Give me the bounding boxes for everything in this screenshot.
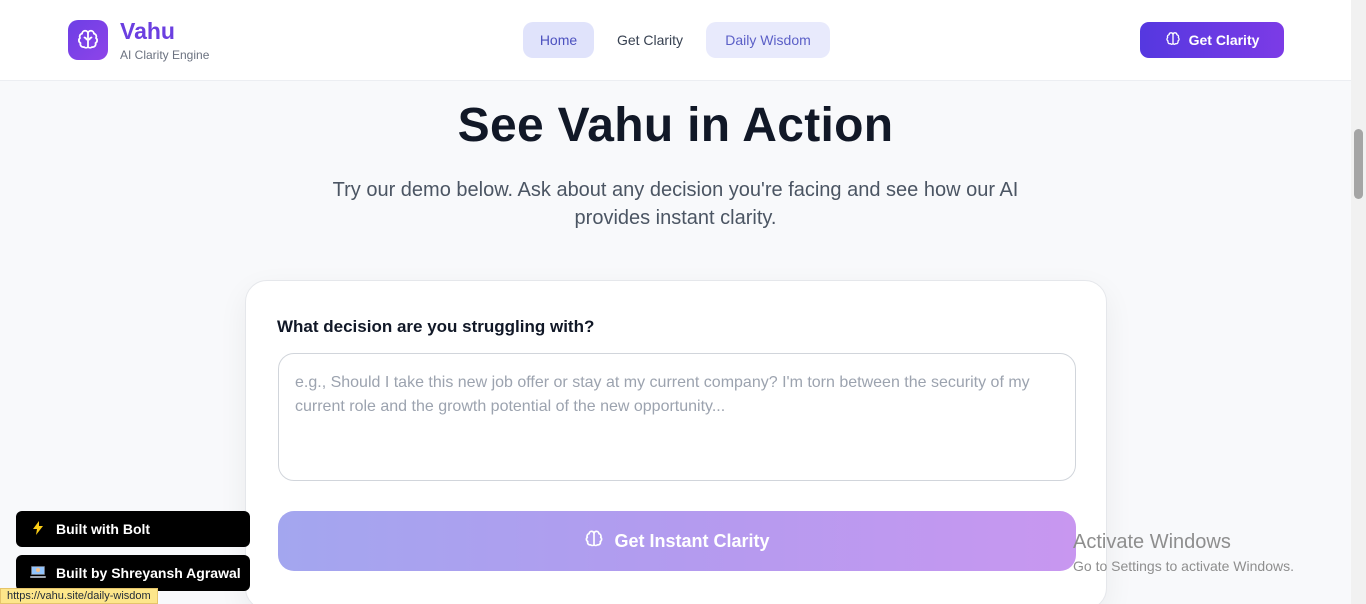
built-by-author-badge[interactable]: Built by Shreyansh Agrawal — [16, 555, 250, 591]
brain-icon — [1165, 31, 1181, 50]
scrollbar-thumb[interactable] — [1354, 129, 1363, 199]
hero-title: See Vahu in Action — [457, 99, 894, 152]
brand[interactable]: Vahu AI Clarity Engine — [68, 18, 210, 63]
brain-icon — [584, 529, 604, 554]
status-bar-url: https://vahu.site/daily-wisdom — [0, 588, 158, 604]
brand-name: Vahu — [120, 18, 175, 44]
activate-windows-watermark: Activate Windows Go to Settings to activ… — [1073, 530, 1294, 575]
decision-textarea[interactable] — [278, 353, 1076, 481]
watermark-title: Activate Windows — [1073, 531, 1231, 553]
page-scrollbar[interactable] — [1351, 0, 1366, 604]
site-header: Vahu AI Clarity Engine Home Get Clarity … — [0, 0, 1351, 81]
get-instant-clarity-button[interactable]: Get Instant Clarity — [278, 511, 1076, 571]
get-clarity-button[interactable]: Get Clarity — [1140, 22, 1284, 58]
submit-label: Get Instant Clarity — [614, 530, 770, 551]
question-label: What decision are you struggling with? — [277, 317, 595, 336]
brand-tagline: AI Clarity Engine — [120, 48, 210, 62]
watermark-subtitle: Go to Settings to activate Windows. — [1073, 558, 1294, 574]
nav-home[interactable]: Home — [523, 22, 594, 58]
author-badge-label: Built by Shreyansh Agrawal — [56, 565, 241, 581]
nav-get-clarity[interactable]: Get Clarity — [594, 22, 706, 58]
get-clarity-label: Get Clarity — [1188, 32, 1260, 48]
bolt-badge-label: Built with Bolt — [56, 521, 151, 537]
main-nav: Home Get Clarity Daily Wisdom — [523, 22, 830, 58]
developer-emoji-icon — [30, 565, 46, 582]
nav-daily-wisdom[interactable]: Daily Wisdom — [706, 22, 830, 58]
demo-card: What decision are you struggling with? G… — [245, 280, 1107, 604]
brain-logo-icon — [68, 20, 108, 60]
hero-subtitle: Try our demo below. Ask about any decisi… — [332, 179, 1019, 229]
lightning-icon — [30, 520, 46, 538]
built-with-bolt-badge[interactable]: Built with Bolt — [16, 511, 250, 547]
